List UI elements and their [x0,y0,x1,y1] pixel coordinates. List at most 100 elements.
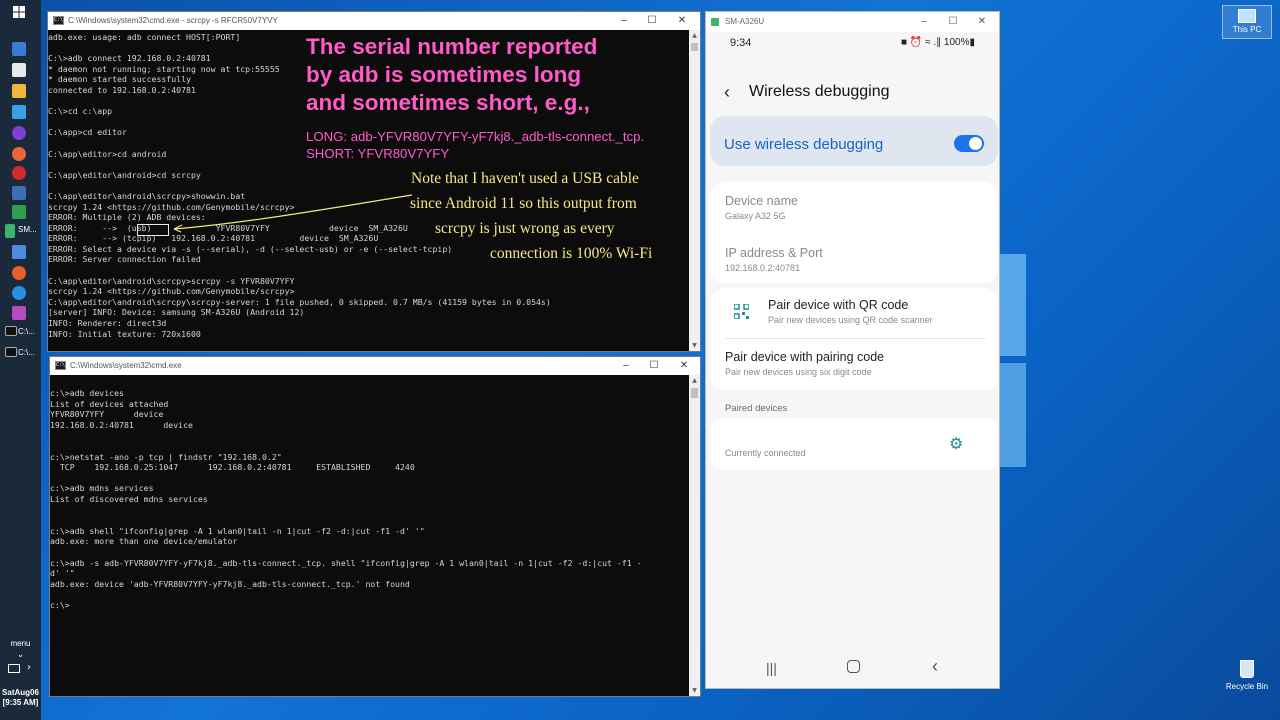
clock[interactable]: SatAug06 [9:35 AM] [0,688,41,708]
console-line: c:\>adb -s adb-YFVR80V7YFY-yF7kj8._adb-t… [50,557,642,568]
scroll-down-icon[interactable]: ▼ [689,340,700,351]
chevron-right-icon[interactable]: › [27,662,31,673]
phone-mirror-window[interactable]: SM-A326U – ☐ ✕ 9:34 ■ ⏰ ≈ .∥ 100%▮ ‹ Wir… [705,11,1000,689]
app-icon[interactable] [12,105,26,119]
console-line: List of discovered mdns services [50,493,208,504]
back-icon[interactable]: ‹ [932,656,938,677]
firefox-icon[interactable] [12,266,26,280]
recycle-bin-shortcut[interactable]: Recycle Bin [1222,660,1272,691]
pairing-options-card: Pair device with QR code Pair new device… [710,288,998,390]
app-icon[interactable] [12,205,26,219]
vertical-scrollbar[interactable]: ▲ ▼ [689,375,700,696]
cmd-icon: C:\ [53,16,64,25]
app-icon[interactable] [12,63,26,77]
taskbar-menu-label[interactable]: menu [0,639,41,648]
minimize-button[interactable]: – [610,12,638,30]
scroll-down-icon[interactable]: ▼ [689,685,700,696]
console-line: 192.168.0.2:40781 device [50,419,193,430]
recent-apps-icon[interactable]: ||| [766,660,777,676]
cmd-window-adb[interactable]: C:\ C:\Windows\system32\cmd.exe – ☐ ✕ c:… [49,356,701,697]
title-bar[interactable]: C:\ C:\Windows\system32\cmd.exe – ☐ ✕ [50,357,700,375]
window-title: SM-A326U [725,17,765,26]
wallpaper-logo-panel [1000,363,1026,467]
annotation-note-line: since Android 11 so this output from [410,195,637,212]
app-icon[interactable] [12,126,26,140]
page-title: Wireless debugging [749,83,890,100]
home-icon[interactable] [847,660,860,673]
paired-devices-header: Paired devices [725,403,788,414]
maximize-button[interactable]: ☐ [640,357,668,375]
gear-icon[interactable]: ⚙ [949,434,963,454]
ip-address-value: 192.168.0.2:40781 [725,263,801,273]
pair-code-title: Pair device with pairing code [725,350,885,364]
close-button[interactable]: ✕ [670,357,698,375]
cmd-icon[interactable] [5,347,17,357]
device-name-value: Galaxy A32 5G [725,211,786,221]
app-icon[interactable] [12,166,26,180]
pair-qr-row[interactable]: Pair device with QR code Pair new device… [710,288,998,338]
scrollbar-thumb[interactable] [691,43,698,51]
annotation-short-serial: SHORT: YFVR80V7YFY [306,146,450,161]
scroll-up-icon[interactable]: ▲ [689,30,700,41]
phone-icon[interactable] [5,224,15,238]
console-line: d' '" [50,568,75,579]
taskbar-item-label: SM... [18,225,37,234]
monitor-icon[interactable] [8,664,20,673]
wireless-debugging-toggle-row[interactable]: Use wireless debugging [710,116,998,166]
annotation-long-serial: LONG: adb-YFVR80V7YFY-yF7kj8._adb-tls-co… [306,129,645,144]
toggle-label: Use wireless debugging [724,136,884,153]
console-line: C:\app\editor\android\scrcpy\scrcpy-serv… [48,296,551,307]
window-title: C:\Windows\system32\cmd.exe [70,361,182,370]
annotation-note-line: scrcpy is just wrong as every [435,220,615,237]
console-line: YFVR80V7YFY device [50,409,164,420]
app-icon[interactable] [12,42,26,56]
switch-knob [969,137,982,150]
app-icon[interactable] [12,84,26,98]
annotation-headline: The serial number reported by adb is som… [306,34,598,115]
windows-logo-icon[interactable] [12,6,26,20]
minimize-button[interactable]: – [612,357,640,375]
annotation-arrow [173,194,413,233]
scrollbar-thumb[interactable] [691,388,698,398]
wallpaper-logo-panel [1000,254,1026,356]
console-line: INFO: Initial texture: 720x1600 [48,328,201,339]
close-button[interactable]: ✕ [967,12,997,32]
app-icon[interactable] [12,186,26,200]
console-line: [server] INFO: Device: samsung SM-A326U … [48,307,305,318]
app-icon[interactable] [12,147,26,161]
pair-code-row[interactable]: Pair device with pairing code Pair new d… [710,339,998,389]
app-icon[interactable] [12,306,26,320]
vertical-scrollbar[interactable]: ▲ ▼ [689,30,700,351]
ip-address-label: IP address & Port [725,246,823,260]
chevron-down-icon[interactable]: ⌄ [0,650,41,660]
minimize-button[interactable]: – [909,12,939,32]
console-line: c:\>adb devices [50,388,124,398]
cmd-icon[interactable] [5,326,17,336]
taskbar: SM... C:\... C:\... menu ⌄ › SatAug06 [9… [0,0,41,720]
console-output[interactable]: c:\>adb devices List of devices attached Y… [50,388,689,696]
maximize-button[interactable]: ☐ [638,12,666,30]
close-button[interactable]: ✕ [668,12,696,30]
console-line: adb.exe: device 'adb-YFVR80V7YFY-yF7kj8.… [50,578,410,589]
app-icon[interactable] [12,286,26,300]
app-icon[interactable] [12,245,26,259]
this-pc-shortcut[interactable]: This PC [1222,5,1272,39]
wireless-debugging-switch[interactable] [954,135,984,152]
status-time: 9:34 [730,37,752,49]
maximize-button[interactable]: ☐ [938,12,968,32]
paired-device-row[interactable]: Currently connected ⚙ [710,418,998,470]
recycle-bin-icon [1240,660,1254,678]
back-arrow-icon[interactable]: ‹ [724,82,730,103]
android-nav-bar: ||| ‹ [706,652,999,688]
scroll-up-icon[interactable]: ▲ [689,375,700,386]
title-bar[interactable]: SM-A326U – ☐ ✕ [706,12,999,32]
this-pc-label: This PC [1232,25,1262,34]
title-bar[interactable]: C:\ C:\Windows\system32\cmd.exe - scrcpy… [48,12,700,30]
